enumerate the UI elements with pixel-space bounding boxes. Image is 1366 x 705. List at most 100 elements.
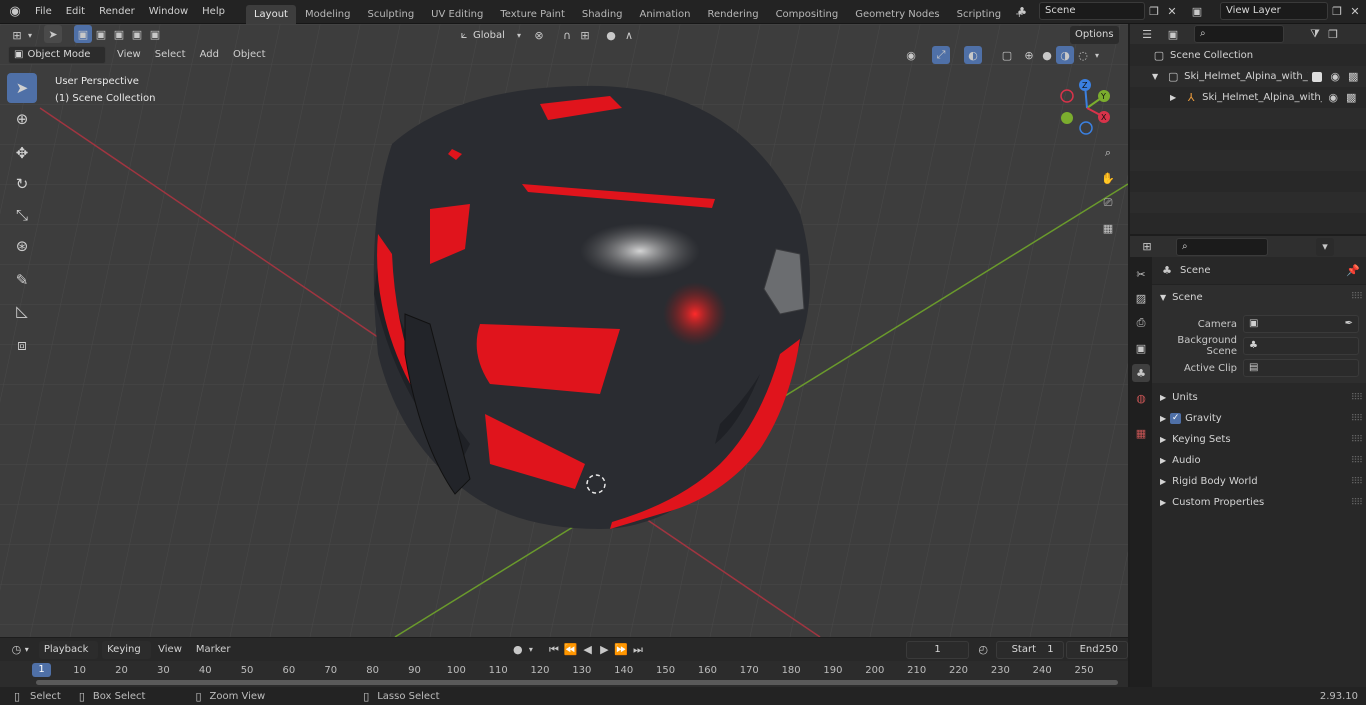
pan-hand-icon[interactable]: ✋ [1097, 167, 1119, 189]
scene-name-input[interactable]: Scene [1039, 2, 1145, 20]
viewport-menu-object[interactable]: Object [226, 45, 273, 65]
overlay-toggle-icon[interactable]: ◐ [964, 46, 982, 64]
add-cube-tool-icon[interactable]: ⧈ [7, 330, 37, 360]
select-subtract-icon[interactable]: ▣ [110, 25, 128, 43]
chevron-down-icon[interactable]: ▾ [25, 645, 29, 654]
delete-viewlayer-icon[interactable]: ✕ [1346, 2, 1364, 20]
properties-editor-icon[interactable]: ⊞ [1138, 238, 1156, 256]
next-keyframe-icon[interactable]: ⏩ [613, 641, 630, 659]
render-tab-icon[interactable]: ▨ [1132, 289, 1150, 307]
scene-icon[interactable]: ♣ [1013, 2, 1031, 20]
pivot-icon[interactable]: ⊗ [530, 26, 548, 44]
jump-end-icon[interactable]: ⏭ [630, 641, 647, 659]
drag-handle-icon[interactable]: ⠿⠿ [1351, 498, 1363, 508]
drag-handle-icon[interactable]: ⠿⠿ [1351, 292, 1363, 302]
drag-handle-icon[interactable]: ⠿⠿ [1351, 435, 1363, 445]
chevron-down-icon[interactable]: ▾ [526, 641, 535, 659]
display-mode-icon[interactable]: ▣ [1164, 25, 1182, 43]
object-mode-selector[interactable]: ▣ Object Mode [8, 46, 106, 64]
outliner-root-row[interactable]: ▢ Scene Collection [1130, 45, 1366, 66]
gravity-checkbox[interactable]: ✓ [1170, 413, 1182, 424]
scene-panel-header[interactable]: ▼ Scene ⠿⠿ [1152, 285, 1366, 309]
play-icon[interactable]: ▶ [596, 641, 613, 659]
annotate-tool-icon[interactable]: ✎ [7, 265, 37, 295]
tab-compositing[interactable]: Compositing [768, 5, 847, 24]
playback-menu[interactable]: Playback ▾ [38, 640, 99, 673]
units-panel-header[interactable]: ▶ Units ⠿⠿ [1152, 387, 1366, 408]
drag-handle-icon[interactable]: ⠿⠿ [1351, 414, 1363, 424]
move-tool-icon[interactable]: ✥ [7, 138, 37, 168]
delete-scene-icon[interactable]: ✕ [1163, 2, 1181, 20]
custom-properties-panel-header[interactable]: ▶ Custom Properties ⠿⠿ [1152, 492, 1366, 513]
gizmo-toggle-icon[interactable]: ⤢ [932, 46, 950, 64]
eye-icon[interactable]: ◉ [1324, 89, 1342, 107]
tab-scripting[interactable]: Scripting [949, 5, 1009, 24]
new-viewlayer-icon[interactable]: ❐ [1328, 2, 1346, 20]
gravity-panel-header[interactable]: ▶ ✓ Gravity ⠿⠿ [1152, 408, 1366, 429]
select-intersect-icon[interactable]: ▣ [146, 25, 164, 43]
jump-start-icon[interactable]: ⏮ [546, 641, 563, 659]
3d-viewport[interactable]: ⊞ ▾ ➤ ▣ ▣ ▣ ▣ ▣ ⟀ Global ▾ ⊗ ∩ ⊞ ● ∧ Opti… [0, 24, 1128, 637]
tab-geometry-nodes[interactable]: Geometry Nodes [847, 5, 947, 24]
tab-modeling[interactable]: Modeling [297, 5, 359, 24]
ortho-grid-icon[interactable]: ▦ [1097, 217, 1119, 239]
chevron-down-icon[interactable]: ▾ [1092, 46, 1102, 64]
rotate-tool-icon[interactable]: ↻ [7, 169, 37, 199]
chevron-down-icon[interactable]: ▾ [1316, 237, 1334, 256]
keying-menu[interactable]: Keying ▾ [102, 640, 152, 673]
play-reverse-icon[interactable]: ◀ [579, 641, 596, 659]
select-box-tool-icon[interactable]: ➤ [7, 73, 37, 103]
timeline-menu-view[interactable]: View [151, 640, 189, 660]
menu-render[interactable]: Render [92, 0, 142, 24]
transform-tool-icon[interactable]: ⊛ [7, 231, 37, 261]
cursor-tool-icon[interactable]: ⊕ [7, 104, 37, 134]
output-tab-icon[interactable]: ⎙ [1132, 314, 1150, 332]
tab-layout[interactable]: Layout [245, 4, 296, 24]
keying-sets-panel-header[interactable]: ▶ Keying Sets ⠿⠿ [1152, 429, 1366, 450]
record-icon[interactable]: ● [509, 641, 526, 659]
viewport-menu-select[interactable]: Select [148, 45, 193, 65]
end-frame-input[interactable]: End 250 [1065, 640, 1128, 659]
menu-help[interactable]: Help [195, 0, 232, 24]
playhead[interactable]: 1 [32, 663, 51, 677]
options-button[interactable]: Options [1070, 26, 1119, 44]
select-extend-icon[interactable]: ▣ [92, 25, 110, 43]
checkbox-icon[interactable] [1312, 71, 1323, 82]
menu-window[interactable]: Window [142, 0, 195, 24]
tweak-tool-icon[interactable]: ➤ [44, 25, 62, 43]
new-scene-icon[interactable]: ❐ [1145, 2, 1163, 20]
select-invert-icon[interactable]: ▣ [128, 25, 146, 43]
filter-icon[interactable]: ⧩ [1306, 25, 1324, 43]
visibility-icon[interactable]: ◉ [902, 46, 920, 64]
outliner-search-input[interactable]: ⌕ [1194, 25, 1284, 43]
eye-icon[interactable]: ◉ [1326, 68, 1344, 86]
viewport-menu-add[interactable]: Add [193, 45, 226, 65]
world-tab-icon[interactable]: ◍ [1132, 389, 1150, 407]
tab-texture-paint[interactable]: Texture Paint [492, 5, 573, 24]
tab-uv-editing[interactable]: UV Editing [423, 5, 491, 24]
start-frame-input[interactable]: Start 1 [995, 640, 1064, 659]
menu-edit[interactable]: Edit [59, 0, 92, 24]
tool-tab-icon[interactable]: ✂ [1132, 265, 1150, 283]
properties-search-input[interactable]: ⌕ [1176, 237, 1268, 256]
stopwatch-icon[interactable]: ◴ [975, 641, 992, 659]
scene-tab-icon[interactable]: ♣ [1132, 364, 1150, 382]
eyedropper-icon[interactable]: ✒ [1345, 316, 1353, 332]
timeline-editor-icon[interactable]: ◷ [8, 641, 25, 659]
rendered-shading-icon[interactable]: ◌ [1074, 46, 1092, 64]
snap-magnet-icon[interactable]: ∩ [558, 26, 576, 44]
drag-handle-icon[interactable]: ⠿⠿ [1351, 477, 1363, 487]
timeline-menu-marker[interactable]: Marker [189, 640, 238, 660]
timeline-scrollbar[interactable] [36, 680, 1118, 685]
active-clip-field[interactable]: ▤ [1243, 359, 1359, 377]
tab-animation[interactable]: Animation [632, 5, 699, 24]
drag-handle-icon[interactable]: ⠿⠿ [1351, 456, 1363, 466]
pin-icon[interactable]: 📌 [1344, 262, 1362, 280]
viewlayer-name-input[interactable]: View Layer [1220, 2, 1328, 20]
audio-panel-header[interactable]: ▶ Audio ⠿⠿ [1152, 450, 1366, 471]
view-layer-tab-icon[interactable]: ▣ [1132, 339, 1150, 357]
prev-keyframe-icon[interactable]: ⏪ [562, 641, 579, 659]
measure-tool-icon[interactable]: ◺ [7, 296, 37, 326]
material-shading-icon[interactable]: ◑ [1056, 46, 1074, 64]
editor-type-button[interactable]: ⊞ ▾ [8, 26, 34, 44]
